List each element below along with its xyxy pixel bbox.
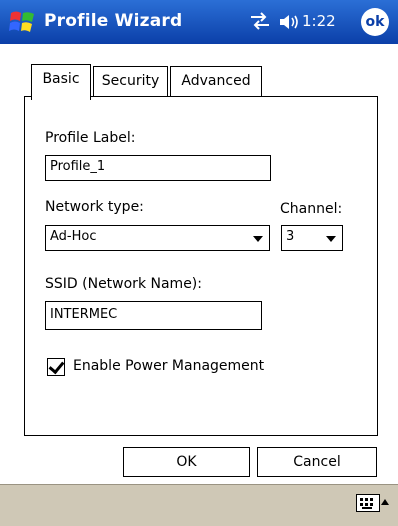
ssid-input[interactable]: INTERMEC [45,301,262,330]
connectivity-icon[interactable] [249,11,271,35]
channel-select[interactable]: 3 [281,225,343,251]
power-management-checkbox[interactable] [47,357,65,376]
tab-basic[interactable]: Basic [31,64,91,100]
chevron-down-icon [326,236,336,242]
channel-caption: Channel: [280,201,343,217]
channel-value: 3 [286,229,295,244]
title-bar: Profile Wizard 1:22 ok [0,0,398,44]
ok-button[interactable]: OK [123,447,250,477]
cancel-button[interactable]: Cancel [257,447,377,477]
keyboard-icon[interactable] [356,494,380,512]
tab-advanced[interactable]: Advanced [170,66,262,97]
title-ok-button[interactable]: ok [361,8,389,36]
windows-start-icon[interactable] [8,8,36,36]
menu-bar [0,484,398,526]
profile-label-input[interactable]: Profile_1 [45,155,271,181]
ssid-caption: SSID (Network Name): [45,276,202,292]
clock-time[interactable]: 1:22 [302,12,336,30]
tab-panel-basic [24,96,378,436]
checkmark-icon [48,357,65,375]
network-type-value: Ad-Hoc [50,229,97,244]
chevron-down-icon [253,236,263,242]
volume-icon[interactable] [278,12,300,36]
network-type-select[interactable]: Ad-Hoc [45,225,270,251]
network-type-caption: Network type: [45,199,144,215]
window-title: Profile Wizard [44,11,183,31]
tab-security[interactable]: Security [93,66,168,97]
power-management-label[interactable]: Enable Power Management [73,358,264,374]
input-panel-arrow-icon[interactable] [381,499,389,505]
profile-label-caption: Profile Label: [45,130,136,146]
